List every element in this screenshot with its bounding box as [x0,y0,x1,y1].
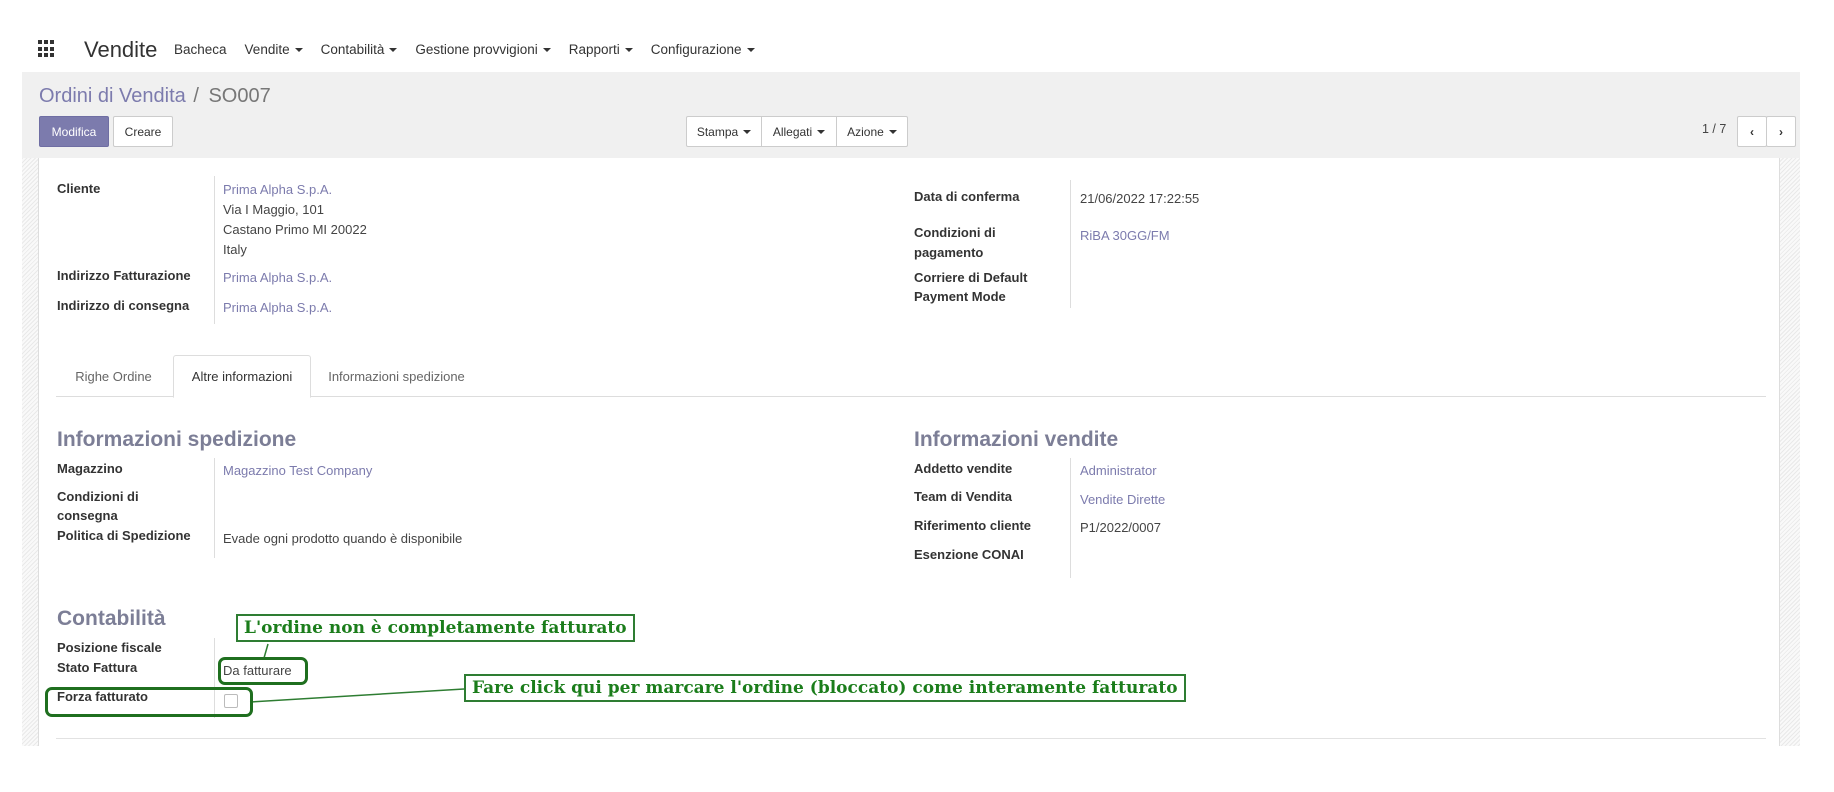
menu-item-vendite[interactable]: Vendite [245,42,303,57]
print-label: Stampa [696,124,739,139]
politica-label: Politica di Spedizione [57,528,191,543]
caret-down-icon [746,48,755,53]
conferma-value: 21/06/2022 17:22:55 [1080,191,1200,206]
caret-down-icon [743,129,752,134]
caret-down-icon [624,48,633,53]
field-divider [214,458,215,558]
apps-grid-icon[interactable] [38,40,56,58]
cliente-country: Italy [223,242,247,257]
fatturazione-link[interactable]: Prima Alpha S.p.A. [223,268,332,288]
cliente-label: Cliente [57,181,101,196]
highlight-ring [218,657,308,685]
condizioni-label-line2: consegna [57,508,118,523]
menu-item-vendite-label: Vendite [244,42,290,57]
notebook-tabs: Righe Ordine Altre informazioni Informaz… [56,355,1766,398]
section-title-contabilita: Contabilità [57,607,166,630]
stato-label: Stato Fattura [57,660,138,675]
addetto-link[interactable]: Administrator [1080,461,1157,481]
control-panel: Ordini di Vendita / SO007 Modifica Crear… [22,72,1800,158]
cliente-name-link[interactable]: Prima Alpha S.p.A. [223,180,332,200]
caret-down-icon [817,129,826,134]
annotation-click-here: Fare click qui per marcare l'ordine (blo… [464,674,1186,702]
field-divider [214,176,215,324]
caret-down-icon [389,48,398,53]
menu-item-configurazione[interactable]: Configurazione [651,42,755,57]
posizione-label: Posizione fiscale [57,640,162,655]
annotation-not-invoiced: L'ordine non è completamente fatturato [236,614,635,642]
menu-item-configurazione-label: Configurazione [650,42,742,57]
riferimento-label: Riferimento cliente [914,518,1032,533]
attachments-button[interactable]: Allegati [761,116,837,147]
addetto-label: Addetto vendite [914,461,1013,476]
cliente-city: Castano Primo MI 20022 [223,222,367,237]
breadcrumb-separator: / [193,85,199,107]
breadcrumb: Ordini di Vendita / SO007 [39,85,271,108]
pager-next-button[interactable]: › [1766,116,1796,147]
field-divider [1070,458,1071,578]
main-menu: Bacheca Vendite Contabilità Gestione pro… [174,42,773,57]
pagamento-label-line2: pagamento [914,245,984,260]
caret-down-icon [888,129,897,134]
action-label: Azione [847,124,884,139]
cliente-street: Via I Maggio, 101 [223,202,324,217]
pagamento-link[interactable]: RiBA 30GG/FM [1080,226,1170,246]
magazzino-label: Magazzino [57,461,123,476]
riferimento-value: P1/2022/0007 [1080,520,1161,535]
breadcrumb-parent[interactable]: Ordini di Vendita [39,85,186,107]
attachments-label: Allegati [772,124,813,139]
menu-item-provvigioni-label: Gestione provvigioni [415,42,538,57]
breadcrumb-current: SO007 [208,85,271,107]
pager-counter[interactable]: 1 / 7 [1702,122,1726,136]
action-button[interactable]: Azione [836,116,908,147]
condizioni-label-line1: Condizioni di [57,489,139,504]
tab-altre-informazioni[interactable]: Altre informazioni [173,355,311,398]
tab-righe-ordine[interactable]: Righe Ordine [56,355,171,398]
edit-button[interactable]: Modifica [39,116,109,147]
menu-item-provvigioni[interactable]: Gestione provvigioni [415,42,551,57]
corriere-label: Corriere di Default [914,270,1028,285]
pager-previous-button[interactable]: ‹ [1737,116,1767,147]
menu-item-bacheca[interactable]: Bacheca [174,42,227,57]
payment-mode-label: Payment Mode [914,289,1006,304]
team-label: Team di Vendita [914,489,1013,504]
create-button[interactable]: Creare [113,116,173,147]
menu-item-contabilita-label: Contabilità [320,42,385,57]
chevron-left-icon: ‹ [1750,124,1754,139]
politica-value: Evade ogni prodotto quando è disponibile [223,531,463,546]
section-title-vendite: Informazioni vendite [914,428,1119,451]
top-navbar: Vendite Bacheca Vendite Contabilità Gest… [22,28,1802,72]
section-divider [56,738,1766,739]
caret-down-icon [542,48,551,53]
tab-informazioni-spedizione[interactable]: Informazioni spedizione [314,355,479,398]
menu-item-rapporti-label: Rapporti [568,42,620,57]
conferma-label: Data di conferma [914,189,1020,204]
section-title-spedizione: Informazioni spedizione [57,428,297,451]
app-name[interactable]: Vendite [84,37,157,63]
menu-item-rapporti[interactable]: Rapporti [569,42,633,57]
esenzione-label: Esenzione CONAI [914,547,1024,562]
fatturazione-label: Indirizzo Fatturazione [57,268,191,283]
consegna-label: Indirizzo di consegna [57,298,190,313]
highlight-ring [45,687,253,717]
consegna-link[interactable]: Prima Alpha S.p.A. [223,298,332,318]
field-divider [1070,180,1071,308]
print-button[interactable]: Stampa [686,116,762,147]
team-link[interactable]: Vendite Dirette [1080,490,1165,510]
menu-item-contabilita[interactable]: Contabilità [321,42,398,57]
caret-down-icon [294,48,303,53]
chevron-right-icon: › [1779,124,1783,139]
magazzino-link[interactable]: Magazzino Test Company [223,461,372,481]
pagamento-label-line1: Condizioni di [914,225,996,240]
